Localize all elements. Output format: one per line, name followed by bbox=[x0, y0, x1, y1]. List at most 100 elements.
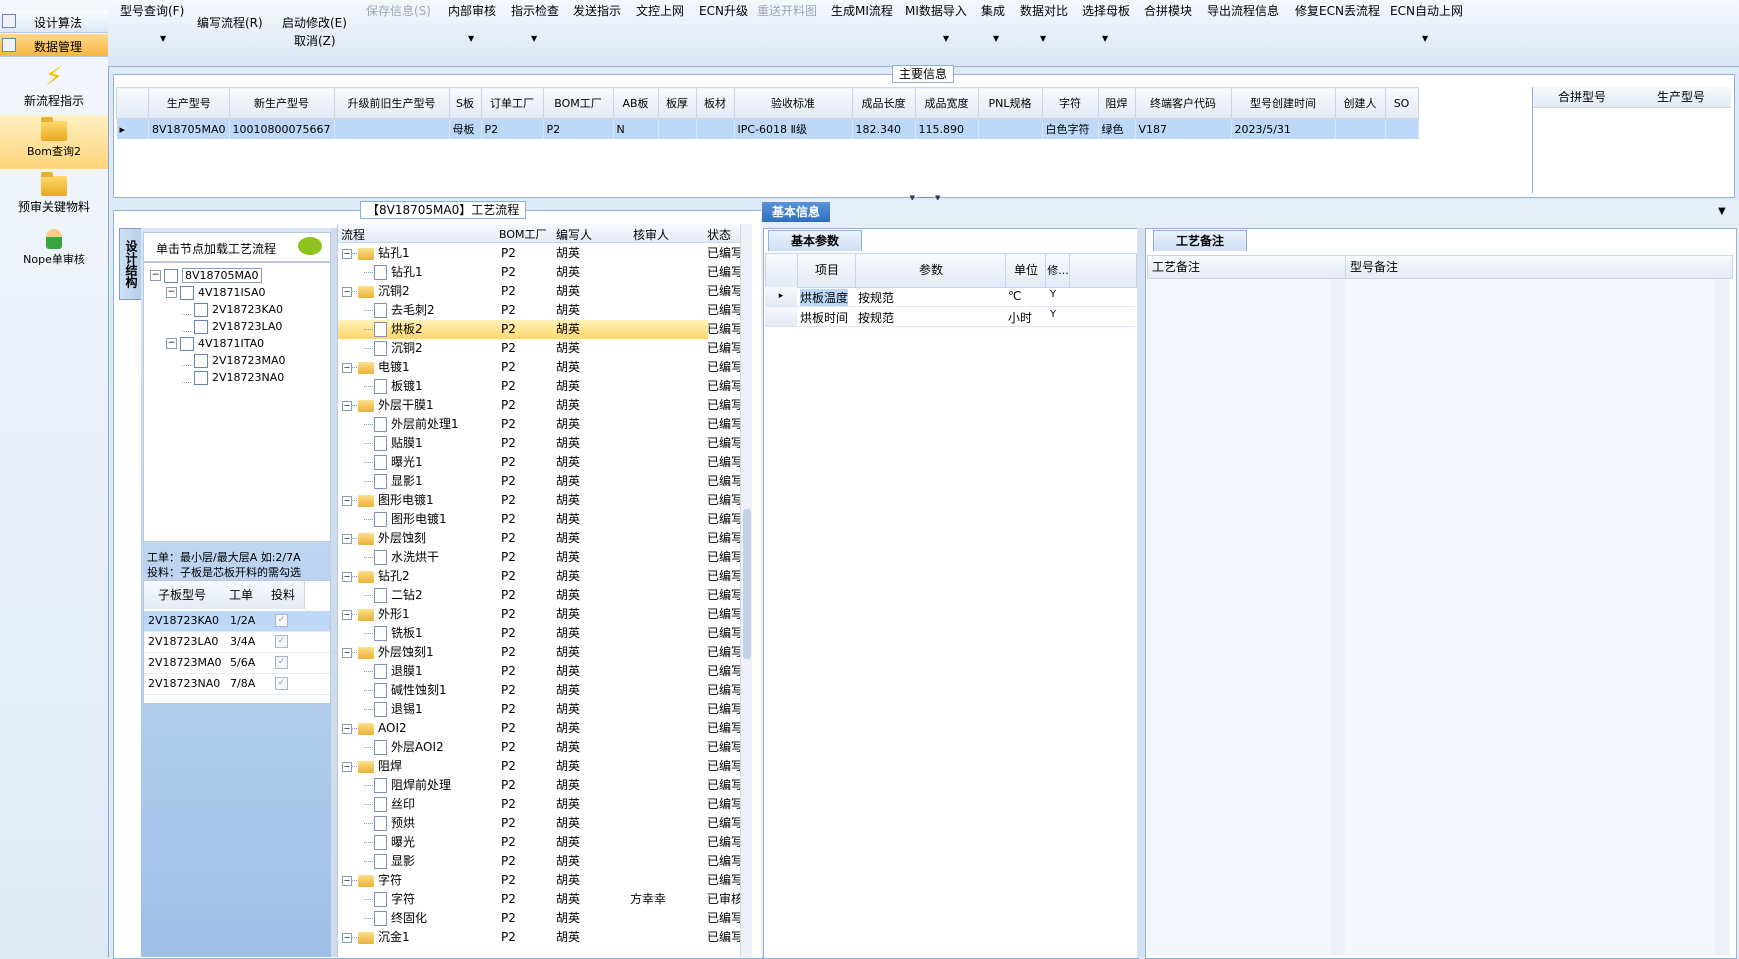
column-header[interactable]: 新生产型号 bbox=[228, 87, 335, 119]
generate-mi-flow-button[interactable]: 生成MI流程 bbox=[831, 2, 893, 19]
column-header[interactable]: 型号创建时间 bbox=[1230, 87, 1336, 119]
nav-bom-query-button[interactable]: Bom查询2 bbox=[0, 115, 108, 169]
collapse-icon[interactable]: − bbox=[166, 338, 177, 349]
model-query-button[interactable]: 型号查询(F) ▼ bbox=[120, 2, 184, 43]
column-header[interactable]: BOM工厂 bbox=[542, 87, 614, 119]
column-header[interactable]: 板厚 bbox=[657, 87, 697, 119]
column-header[interactable]: 成品长度 bbox=[851, 87, 916, 119]
collapse-icon[interactable]: − bbox=[342, 610, 352, 620]
flow-row[interactable]: AOI2 P2 胡英 已编写 − bbox=[338, 719, 740, 738]
main-info-grid[interactable]: 生产型号 新生产型号 升级前旧生产型号 S板 订单工厂 BOM工厂 AB板 板厚 板材 验收标准成… bbox=[116, 87, 1530, 193]
nav-row-design-algorithm[interactable]: 设计算法 bbox=[0, 10, 108, 33]
flow-row[interactable]: 显影 P2 胡英 已编写 bbox=[338, 852, 740, 871]
collapse-icon[interactable]: − bbox=[342, 933, 352, 943]
save-info-button[interactable]: 保存信息(S) bbox=[366, 2, 431, 19]
column-header[interactable]: SO bbox=[1384, 87, 1419, 119]
flow-scrollbar[interactable] bbox=[740, 224, 752, 957]
send-instruction-button[interactable]: 发送指示 bbox=[573, 2, 621, 19]
column-header[interactable]: 升级前旧生产型号 bbox=[333, 87, 450, 119]
column-header[interactable]: 成品宽度 bbox=[914, 87, 979, 119]
sub-board-row[interactable]: 2V18723KA0 1/2A ✓ bbox=[144, 611, 330, 632]
flow-row[interactable]: 外形1 P2 胡英 已编写 − bbox=[338, 605, 740, 624]
collapse-icon[interactable]: − bbox=[342, 363, 352, 373]
collapse-icon[interactable]: − bbox=[342, 249, 352, 259]
data-compare-button[interactable]: 数据对比 ▼ bbox=[1020, 2, 1068, 43]
flow-row[interactable]: 外层前处理1 P2 胡英 已编写 bbox=[338, 415, 740, 434]
flow-row[interactable]: 外层AOI2 P2 胡英 已编写 bbox=[338, 738, 740, 757]
flow-row[interactable]: 曝光1 P2 胡英 已编写 bbox=[338, 453, 740, 472]
column-header[interactable]: 订单工厂 bbox=[480, 87, 544, 119]
column-header[interactable]: 阻焊 bbox=[1097, 87, 1136, 119]
nav-new-process-button[interactable]: ⚡ 新流程指示 bbox=[0, 60, 108, 114]
process-remark-textarea[interactable] bbox=[1147, 279, 1332, 955]
flow-row[interactable]: 钻孔1 P2 胡英 已编写 bbox=[338, 263, 740, 282]
tab-process-remarks[interactable]: 工艺备注 bbox=[1153, 230, 1247, 251]
flow-row[interactable]: 电镀1 P2 胡英 已编写 − bbox=[338, 358, 740, 377]
flow-row[interactable]: 贴膜1 P2 胡英 已编写 bbox=[338, 434, 740, 453]
column-header[interactable]: 验收标准 bbox=[733, 87, 853, 119]
column-header[interactable]: PNL规格 bbox=[977, 87, 1043, 119]
scroll-thumb[interactable] bbox=[743, 509, 751, 659]
flow-row[interactable]: 铣板1 P2 胡英 已编写 bbox=[338, 624, 740, 643]
column-header[interactable]: S板 bbox=[448, 87, 482, 119]
collapse-icon[interactable]: − bbox=[150, 270, 161, 281]
mi-data-import-button[interactable]: MI数据导入 ▼ bbox=[905, 2, 967, 43]
flow-row[interactable]: 钻孔2 P2 胡英 已编写 − bbox=[338, 567, 740, 586]
table-row[interactable]: ▸ 8V18705MA0 10010800075667 母板 P2 P2 N IPC-6018… bbox=[116, 118, 1419, 139]
flow-row[interactable]: 图形电镀1 P2 胡英 已编写 bbox=[338, 510, 740, 529]
remark-scrollbar[interactable] bbox=[1331, 279, 1345, 955]
flow-row[interactable]: 退膜1 P2 胡英 已编写 bbox=[338, 662, 740, 681]
tab-basic-info[interactable]: 基本信息 bbox=[762, 202, 830, 222]
collapse-icon[interactable]: − bbox=[342, 876, 352, 886]
tree-node[interactable]: − 4V1871ITA0 bbox=[166, 334, 264, 352]
collapse-icon[interactable]: − bbox=[166, 287, 177, 298]
flow-row[interactable]: 外层干膜1 P2 胡英 已编写 − bbox=[338, 396, 740, 415]
param-row[interactable]: ▸ 烘板温度 按规范 ℃ Y bbox=[765, 287, 1135, 307]
collapse-icon[interactable]: − bbox=[342, 572, 352, 582]
tree-node[interactable]: − 4V1871ISA0 bbox=[166, 283, 265, 301]
flow-row[interactable]: 图形电镀1 P2 胡英 已编写 − bbox=[338, 491, 740, 510]
column-header[interactable]: 生产型号 bbox=[148, 87, 230, 119]
column-header[interactable]: 板材 bbox=[695, 87, 735, 119]
cancel-button[interactable]: 取消(Z) bbox=[294, 32, 336, 49]
sub-board-row[interactable]: 2V18723LA0 3/4A ✓ bbox=[144, 632, 330, 653]
integrate-button[interactable]: 集成 ▼ bbox=[981, 2, 1005, 43]
flow-row[interactable]: 二钻2 P2 胡英 已编写 bbox=[338, 586, 740, 605]
flow-row[interactable]: 去毛刺2 P2 胡英 已编写 bbox=[338, 301, 740, 320]
export-flow-info-button[interactable]: 导出流程信息 bbox=[1207, 2, 1279, 19]
flow-row[interactable]: 外层蚀刻 P2 胡英 已编写 − bbox=[338, 529, 740, 548]
select-mother-board-button[interactable]: 选择母板 ▼ bbox=[1082, 2, 1130, 43]
dropdown-arrow-icon[interactable]: ▼ bbox=[1718, 206, 1726, 217]
column-header[interactable]: AB板 bbox=[612, 87, 659, 119]
flow-row[interactable]: 丝印 P2 胡英 已编写 bbox=[338, 795, 740, 814]
internal-audit-button[interactable]: 内部审核 ▼ bbox=[448, 2, 496, 43]
feed-checkbox[interactable]: ✓ bbox=[275, 614, 288, 627]
flow-row[interactable]: 烘板2 P2 胡英 已编写 bbox=[338, 320, 740, 339]
instruction-check-button[interactable]: 指示检查 ▼ bbox=[511, 2, 559, 43]
flow-row[interactable]: 字符 P2 胡英 已编写 − bbox=[338, 871, 740, 890]
column-header[interactable]: 字符 bbox=[1041, 87, 1099, 119]
sub-board-row[interactable]: 2V18723MA0 5/6A ✓ bbox=[144, 653, 330, 674]
flow-row[interactable]: 沉铜2 P2 胡英 已编写 bbox=[338, 339, 740, 358]
flow-row[interactable]: 沉铜2 P2 胡英 已编写 − bbox=[338, 282, 740, 301]
structure-tree[interactable]: −8V18705MA0−4V1871ISA0 2V18723KA0 2V18723L… bbox=[143, 262, 331, 542]
merge-module-button[interactable]: 合拼模块 bbox=[1144, 2, 1192, 19]
collapse-icon[interactable]: − bbox=[342, 287, 352, 297]
flow-row[interactable]: 外层蚀刻1 P2 胡英 已编写 − bbox=[338, 643, 740, 662]
flow-row[interactable]: 板镀1 P2 胡英 已编写 bbox=[338, 377, 740, 396]
feed-checkbox[interactable]: ✓ bbox=[275, 656, 288, 669]
tree-node[interactable]: 2V18723LA0 bbox=[182, 317, 282, 335]
collapse-icon[interactable]: − bbox=[342, 762, 352, 772]
tree-node[interactable]: 2V18723NA0 bbox=[182, 368, 284, 386]
vertical-splitter[interactable] bbox=[1137, 228, 1145, 957]
flow-grid[interactable]: 流程 BOM工厂 编写人 核审人 状态 钻孔1 P2 胡英 已编写 − 钻孔1 P2 胡英 已编… bbox=[337, 224, 752, 957]
sub-board-row[interactable]: 2V18723NA0 7/8A ✓ bbox=[144, 674, 330, 695]
write-flow-button[interactable]: 编写流程(R) bbox=[197, 14, 263, 31]
feed-checkbox[interactable]: ✓ bbox=[275, 677, 288, 690]
basic-params-grid[interactable]: 项目 参数 单位 修... ▸ 烘板温度 按规范 ℃ Y 烘板时间 按规范 小时 Y bbox=[765, 253, 1137, 333]
remark-scrollbar[interactable] bbox=[1715, 279, 1729, 955]
feed-checkbox[interactable]: ✓ bbox=[275, 635, 288, 648]
collapse-icon[interactable]: − bbox=[342, 648, 352, 658]
flow-row[interactable]: 预烘 P2 胡英 已编写 bbox=[338, 814, 740, 833]
nav-row-data-management[interactable]: 数据管理 bbox=[0, 34, 108, 57]
